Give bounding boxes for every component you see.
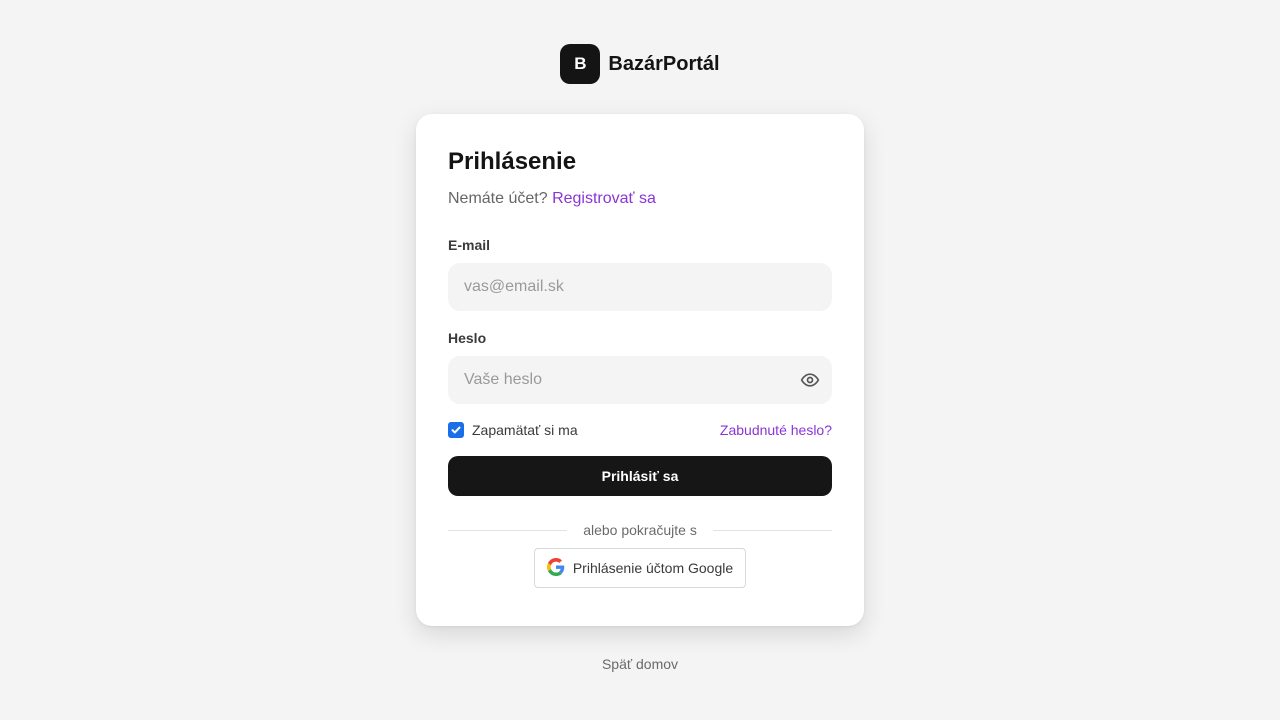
password-label: Heslo [448,330,487,346]
back-home-link[interactable]: Späť domov [0,656,1280,672]
brand-name: BazárPortál [608,52,720,75]
login-button[interactable]: Prihlásiť sa [448,456,832,496]
remember-checkbox[interactable] [448,422,464,438]
password-field[interactable] [448,356,832,404]
brand-logo-letter: B [574,54,587,73]
divider-text: alebo pokračujte s [583,522,697,538]
google-icon [546,557,565,579]
remember-me[interactable]: Zapamätať si ma [448,422,578,438]
divider-line-right [712,529,833,531]
email-label: E-mail [448,237,491,253]
login-options-row: Zapamätať si ma Zabudnuté heslo? [448,422,832,438]
password-field-wrapper [448,356,832,404]
check-icon [451,426,461,434]
google-button-label: Prihlásenie účtom Google [572,560,734,576]
forgot-password-link[interactable]: Zabudnuté heslo? [720,422,832,438]
no-account-text: Nemáte účet? [448,190,548,207]
brand-logo: B [560,44,601,84]
google-login-button[interactable]: Prihlásenie účtom Google [533,548,747,588]
divider: alebo pokračujte s [448,522,833,538]
email-field[interactable] [448,263,832,311]
login-card: Prihlásenie Nemáte účet? Registrovať sa … [416,114,864,626]
social-login: Prihlásenie účtom Google [448,548,832,588]
page-title: Prihlásenie [448,148,577,175]
brand-header: B BazárPortál [0,44,1280,84]
register-link[interactable]: Registrovať sa [552,190,656,207]
email-field-wrapper [448,263,832,311]
remember-label: Zapamätať si ma [472,422,578,438]
register-prompt: Nemáte účet? Registrovať sa [448,189,832,209]
eye-icon[interactable] [798,368,822,392]
divider-line-left [448,529,568,531]
